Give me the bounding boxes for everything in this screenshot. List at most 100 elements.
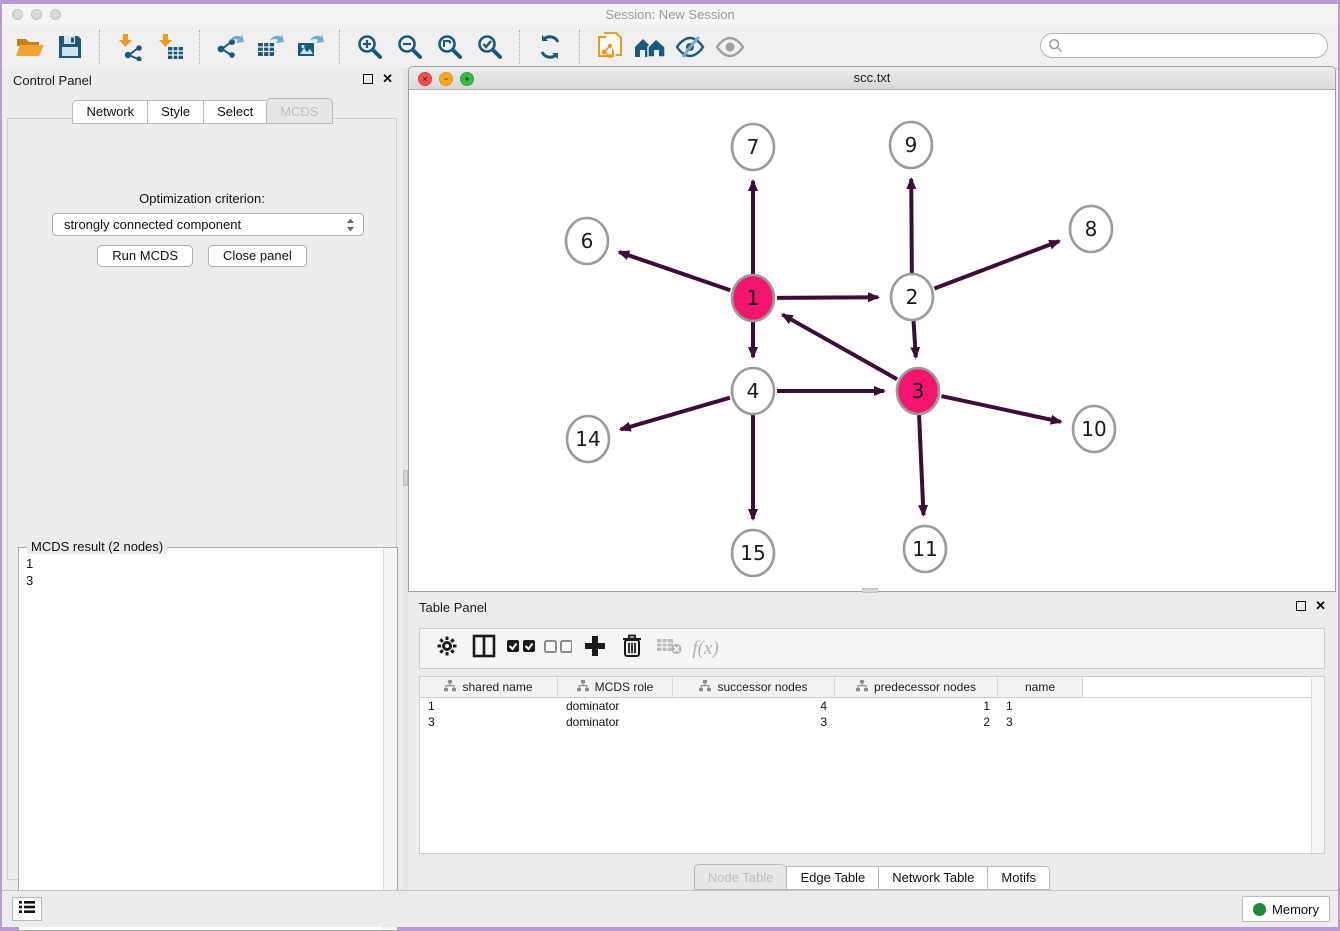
save-session-button[interactable]: [50, 29, 90, 65]
table-cell[interactable]: 3: [673, 715, 835, 729]
edge-3-10[interactable]: [941, 396, 1060, 422]
mcds-result-node: 3: [26, 572, 377, 589]
table-row[interactable]: 3dominator323: [420, 714, 1324, 730]
fx-icon: f(x): [692, 638, 718, 660]
column-header-predecessor-nodes[interactable]: predecessor nodes: [835, 677, 998, 697]
toolbar-group: [10, 29, 90, 65]
horizontal-splitter-grip[interactable]: [862, 588, 878, 593]
gear-icon: [436, 635, 458, 662]
column-header-MCDS-role[interactable]: MCDS role: [558, 677, 673, 697]
table-body: 1dominator4113dominator323: [420, 698, 1324, 730]
table-scrollbar[interactable]: [1311, 677, 1324, 853]
close-panel-icon[interactable]: ✕: [382, 73, 393, 85]
tab-mcds[interactable]: MCDS: [266, 98, 332, 124]
eye-gray-icon: [715, 36, 745, 58]
network-view-window: × − + scc.txt 7968124314101511: [408, 66, 1336, 592]
column-label: name: [1025, 680, 1055, 694]
network-canvas[interactable]: 7968124314101511: [409, 89, 1335, 591]
tab-network[interactable]: Network: [72, 100, 147, 124]
column-header-name[interactable]: name: [998, 677, 1083, 697]
task-history-button[interactable]: [12, 897, 42, 921]
result-scrollbar[interactable]: [383, 549, 397, 929]
tree-icon: [577, 680, 589, 695]
table-row[interactable]: 1dominator411: [420, 698, 1324, 714]
edge-3-11[interactable]: [919, 415, 923, 515]
zoom-selected-icon: [476, 33, 504, 61]
tab-edge-table[interactable]: Edge Table: [786, 866, 878, 890]
table-cell[interactable]: 3: [420, 715, 558, 729]
network-graph[interactable]: 7968124314101511: [409, 89, 1335, 591]
edge-2-8[interactable]: [934, 241, 1059, 288]
table-cell[interactable]: 3: [998, 715, 1083, 729]
table-cell[interactable]: 1: [420, 699, 558, 713]
edge-1-6[interactable]: [619, 252, 730, 290]
tab-network-table[interactable]: Network Table: [878, 866, 987, 890]
refresh-view-button[interactable]: [530, 29, 570, 65]
open-session-button[interactable]: [10, 29, 50, 65]
export-table-button[interactable]: [250, 29, 290, 65]
network-from-file-button[interactable]: [590, 29, 630, 65]
zoom-fit-button[interactable]: [430, 29, 470, 65]
chevron-updown-icon: [345, 217, 356, 238]
table-cell[interactable]: 1: [998, 699, 1083, 713]
table-cell[interactable]: 2: [835, 715, 998, 729]
hide-panels-button[interactable]: [670, 29, 710, 65]
column-label: predecessor nodes: [874, 680, 976, 694]
select-all-columns-button[interactable]: [502, 633, 539, 665]
table-options-button[interactable]: [428, 633, 465, 665]
tab-motifs[interactable]: Motifs: [987, 866, 1050, 890]
search-box[interactable]: [1040, 33, 1328, 58]
import-network-button[interactable]: [110, 29, 150, 65]
table-delete-icon: [656, 637, 682, 660]
import-network-icon: [116, 33, 144, 61]
export-image-button[interactable]: [290, 29, 330, 65]
import-table-button[interactable]: [150, 29, 190, 65]
run-mcds-button[interactable]: Run MCDS: [97, 245, 193, 267]
control-panel: Control Panel ✕ NetworkStyleSelectMCDS O…: [2, 68, 404, 890]
edge-3-1[interactable]: [783, 315, 897, 380]
delete-column-button[interactable]: [613, 633, 650, 665]
tab-node-table[interactable]: Node Table: [694, 864, 787, 890]
toggle-columns-button[interactable]: [465, 633, 502, 665]
criterion-value: strongly connected component: [64, 217, 241, 232]
float-panel-icon[interactable]: [363, 74, 373, 84]
welcome-home-button[interactable]: [630, 29, 670, 65]
column-header-successor-nodes[interactable]: successor nodes: [673, 677, 835, 697]
table-toolbar: f(x): [419, 628, 1325, 669]
search-input[interactable]: [1067, 36, 1321, 56]
table-cell[interactable]: dominator: [558, 699, 673, 713]
node-table: shared nameMCDS role successor nodes prede…: [419, 676, 1325, 854]
edge-2-3[interactable]: [914, 321, 916, 357]
table-panel-header: Table Panel ✕: [408, 595, 1336, 621]
table-cell[interactable]: dominator: [558, 715, 673, 729]
zoom-out-button[interactable]: [390, 29, 430, 65]
delete-table-button: [650, 633, 687, 665]
edge-4-14[interactable]: [621, 398, 730, 430]
export-network-button[interactable]: [210, 29, 250, 65]
table-cell[interactable]: 1: [835, 699, 998, 713]
edge-1-2[interactable]: [777, 297, 878, 298]
mcds-result-box: MCDS result (2 nodes) 13: [18, 547, 398, 931]
node-label-15: 15: [740, 541, 765, 565]
deselect-all-columns-button[interactable]: [539, 633, 576, 665]
zoom-in-button[interactable]: [350, 29, 390, 65]
table-cell[interactable]: 4: [673, 699, 835, 713]
tab-select[interactable]: Select: [203, 100, 266, 124]
tab-style[interactable]: Style: [147, 100, 203, 124]
edge-2-9[interactable]: [911, 179, 912, 273]
unchecked-pair-icon: [544, 639, 572, 658]
optimization-criterion-label: Optimization criterion:: [8, 191, 396, 206]
open-folder-icon: [15, 34, 45, 60]
zoom-selected-button[interactable]: [470, 29, 510, 65]
criterion-dropdown[interactable]: strongly connected component: [52, 213, 364, 236]
column-header-shared-name[interactable]: shared name: [420, 677, 558, 697]
create-column-button[interactable]: [576, 633, 613, 665]
toolbar-group: [590, 29, 750, 65]
memory-button[interactable]: Memory: [1242, 896, 1330, 922]
memory-status-icon: [1253, 903, 1266, 916]
close-panel-button[interactable]: Close panel: [208, 245, 307, 267]
float-table-panel-icon[interactable]: [1296, 601, 1306, 611]
column-label: successor nodes: [717, 680, 807, 694]
show-eye-button[interactable]: [710, 29, 750, 65]
close-table-panel-icon[interactable]: ✕: [1315, 600, 1326, 612]
